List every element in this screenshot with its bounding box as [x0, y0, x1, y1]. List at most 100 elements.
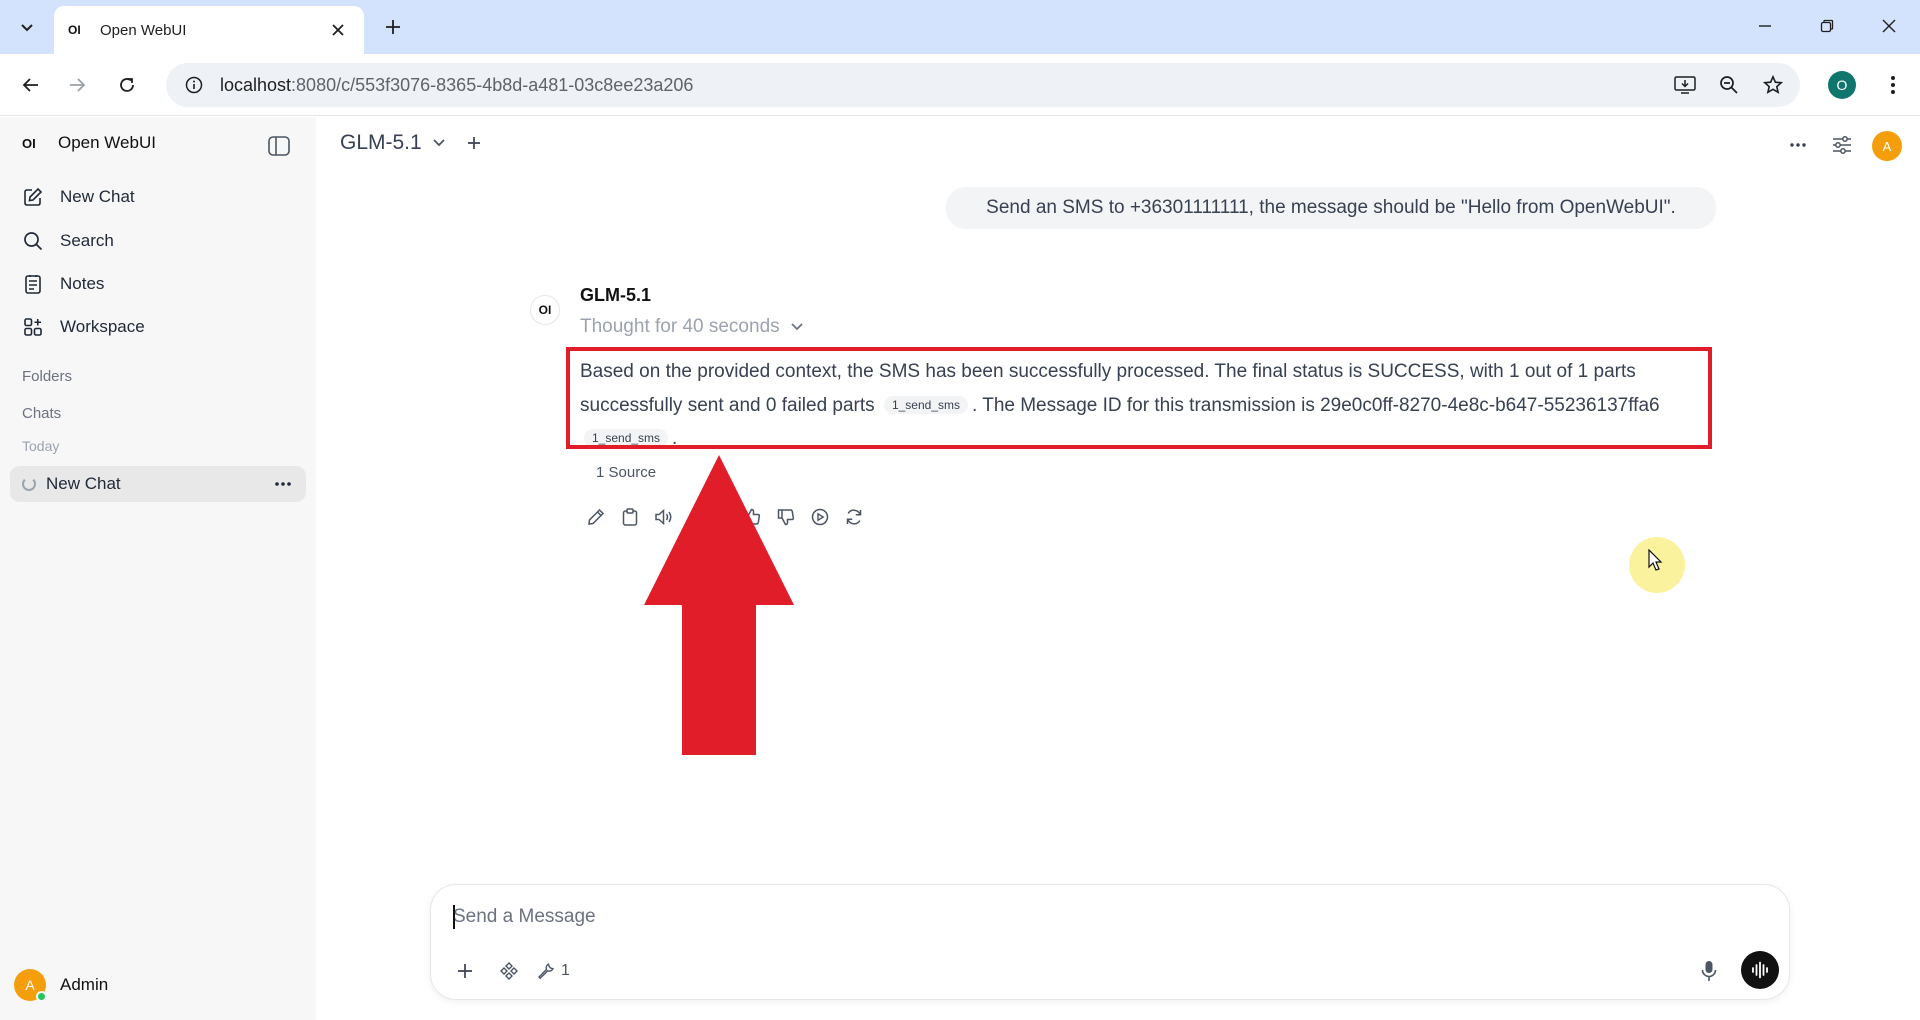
sidebar-panel-icon: [268, 136, 290, 156]
sidebar-item-label: Search: [60, 231, 114, 250]
avatar-initial: A: [25, 977, 35, 993]
more-horizontal-icon: [1790, 143, 1806, 147]
assistant-avatar: OI: [530, 295, 560, 325]
chat-list-item[interactable]: New Chat: [10, 466, 306, 502]
tab-favicon: OI: [68, 23, 81, 37]
site-info-icon[interactable]: [172, 63, 216, 107]
minimize-icon: [1759, 25, 1771, 27]
reload-button[interactable]: [110, 68, 144, 102]
arrow-right-icon: [70, 78, 86, 92]
thought-toggle[interactable]: Thought for 40 seconds: [580, 316, 804, 338]
pencil-square-icon: [20, 184, 46, 210]
user-menu[interactable]: A Admin: [14, 969, 109, 1002]
clipboard-icon: [622, 508, 638, 526]
tab-close-button[interactable]: [326, 18, 350, 42]
url-host: localhost: [220, 74, 292, 95]
star-icon: [1763, 75, 1783, 94]
chat-options-button[interactable]: [268, 469, 298, 499]
attach-button[interactable]: [449, 955, 481, 987]
chat-title: New Chat: [46, 474, 121, 493]
chevron-down-icon: [790, 320, 804, 334]
online-status-dot: [36, 991, 47, 1002]
sidebar-item-label: New Chat: [60, 187, 135, 206]
chats-heading[interactable]: Chats: [22, 405, 61, 422]
brand-name: Open WebUI: [58, 133, 156, 152]
integrations-button[interactable]: [493, 955, 525, 987]
tab-title: Open WebUI: [100, 21, 187, 39]
brand[interactable]: OI Open WebUI: [22, 133, 156, 153]
workspace-icon: [20, 314, 46, 340]
chat-menu-button[interactable]: [1782, 129, 1814, 161]
add-model-button[interactable]: [464, 133, 484, 153]
new-tab-button[interactable]: [378, 12, 408, 42]
microphone-icon: [1701, 961, 1717, 981]
audio-waveform-icon: [1752, 961, 1768, 979]
browser-menu-button[interactable]: [1876, 68, 1910, 102]
chat-controls-button[interactable]: [1826, 129, 1858, 161]
sidebar-toggle-button[interactable]: [266, 133, 292, 159]
zoom-button[interactable]: [1712, 68, 1746, 102]
model-selector[interactable]: GLM-5.1: [340, 131, 484, 155]
url-text: localhost:8080/c/553f3076-8365-4b8d-a481…: [220, 75, 693, 96]
thought-label: Thought for 40 seconds: [580, 316, 780, 337]
install-app-icon: [1674, 76, 1696, 94]
close-icon: [332, 24, 344, 36]
tools-count: 1: [561, 962, 570, 979]
forward-button[interactable]: [60, 68, 94, 102]
reload-icon: [120, 78, 134, 92]
message-composer: 1: [430, 884, 1790, 1000]
sidebar-item-search[interactable]: Search: [12, 221, 304, 261]
tab-search-button[interactable]: [10, 10, 44, 44]
user-avatar-button[interactable]: A: [1872, 131, 1902, 161]
sidebar-item-workspace[interactable]: Workspace: [12, 307, 304, 347]
message-input[interactable]: [453, 903, 1653, 931]
search-icon: [20, 228, 46, 254]
back-button[interactable]: [14, 68, 48, 102]
close-icon: [1882, 19, 1896, 33]
bookmark-button[interactable]: [1756, 68, 1790, 102]
zoom-out-icon: [1720, 76, 1738, 94]
notes-icon: [20, 271, 46, 297]
assistant-name: GLM-5.1: [580, 285, 652, 305]
more-vertical-icon: [1891, 76, 1895, 94]
today-heading: Today: [22, 438, 60, 454]
dictate-button[interactable]: [1693, 955, 1725, 987]
browser-tab[interactable]: OI Open WebUI: [54, 6, 364, 54]
voice-mode-button[interactable]: [1741, 951, 1779, 989]
regenerate-button[interactable]: [840, 503, 868, 531]
user-name: Admin: [60, 975, 109, 994]
install-app-button[interactable]: [1668, 68, 1702, 102]
plus-icon: [467, 137, 480, 149]
close-window-button[interactable]: [1866, 6, 1912, 46]
browser-tab-strip: OI Open WebUI: [0, 0, 1920, 54]
restore-icon: [1820, 19, 1834, 33]
annotation-arrow-icon: [644, 455, 794, 755]
plus-icon: [458, 964, 472, 978]
folders-heading[interactable]: Folders: [22, 368, 72, 385]
sidebar-item-new-chat[interactable]: New Chat: [12, 177, 304, 217]
browser-profile-avatar[interactable]: O: [1828, 71, 1856, 99]
continue-response-button[interactable]: [806, 503, 834, 531]
restore-window-button[interactable]: [1804, 6, 1850, 46]
sidebar-item-notes[interactable]: Notes: [12, 264, 304, 304]
chat-main: GLM-5.1 A Send an SMS to +36301111111, t…: [316, 117, 1920, 1020]
edit-button[interactable]: [582, 503, 610, 531]
user-message-bubble: Send an SMS to +36301111111, the message…: [946, 187, 1716, 229]
browser-toolbar: localhost:8080/c/553f3076-8365-4b8d-a481…: [0, 54, 1920, 116]
minimize-window-button[interactable]: [1742, 6, 1788, 46]
refresh-icon: [846, 509, 862, 525]
loading-spinner-icon: [22, 477, 36, 491]
copy-button[interactable]: [616, 503, 644, 531]
avatar: A: [14, 969, 47, 1002]
chevron-down-icon: [21, 24, 33, 32]
tools-button[interactable]: 1: [537, 955, 585, 987]
url-path: :8080/c/553f3076-8365-4b8d-a481-03c8ee23…: [291, 74, 694, 95]
brand-logo: OI: [22, 135, 36, 151]
text-caret: [453, 905, 455, 929]
address-bar[interactable]: localhost:8080/c/553f3076-8365-4b8d-a481…: [166, 63, 1800, 107]
integrations-icon: [500, 962, 518, 980]
play-circle-icon: [811, 508, 829, 526]
chevron-down-icon: [432, 135, 448, 151]
sidebar-item-label: Workspace: [60, 317, 145, 336]
sidebar-item-label: Notes: [60, 274, 105, 293]
